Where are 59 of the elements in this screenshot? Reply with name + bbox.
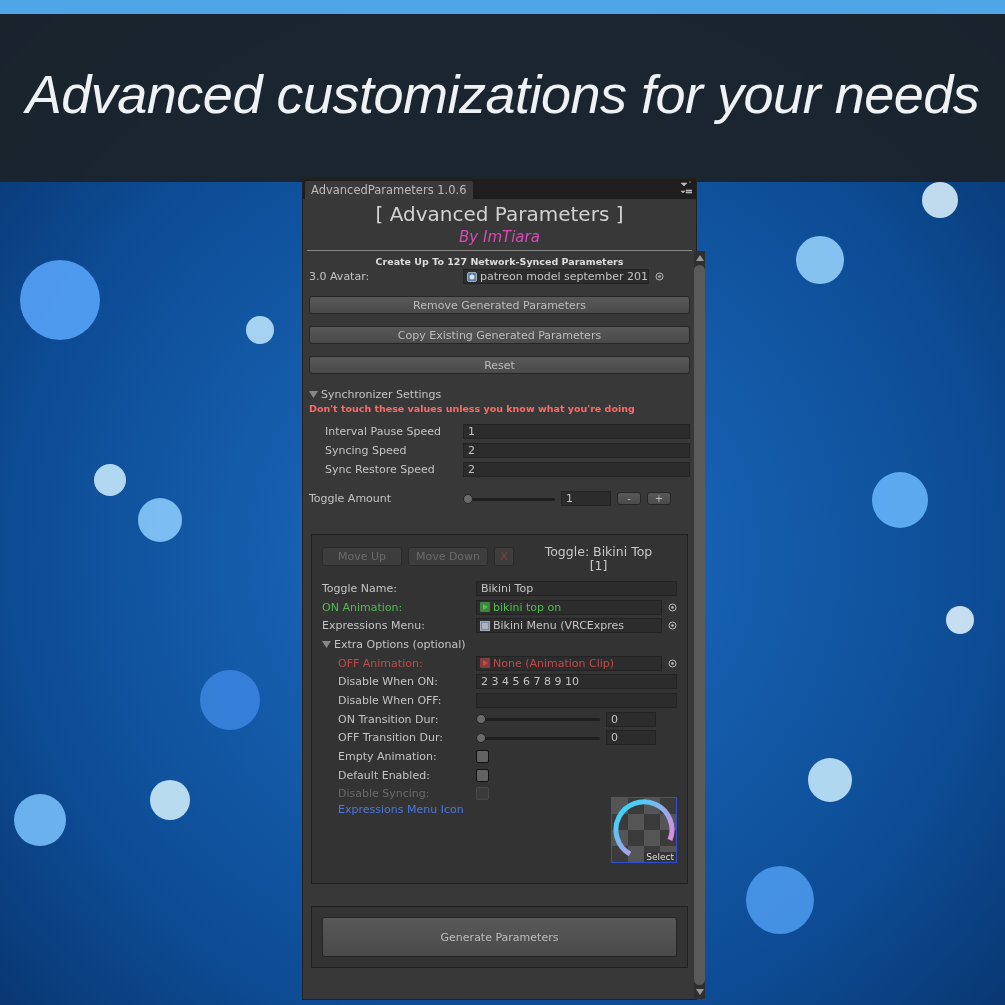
object-field[interactable]: bikini top on: [476, 599, 662, 615]
subtitle: Create Up To 127 Network-Synced Parameters: [374, 256, 625, 267]
author: By ImTiara: [458, 228, 541, 246]
avatar-icon: [467, 271, 477, 282]
field-label: ON Animation:: [322, 600, 404, 614]
field-label: ON Transition Dur:: [337, 712, 440, 726]
field-label: Interval Pause Speed: [324, 425, 442, 438]
slider-thumb[interactable]: [476, 732, 486, 743]
field-label: Disable When OFF:: [337, 693, 443, 707]
field-label: Toggle Amount: [309, 492, 393, 505]
checkbox[interactable]: [476, 768, 489, 782]
text-field[interactable]: Bikini Top: [476, 580, 677, 596]
avatar-field[interactable]: patreon model september 201: [463, 269, 649, 284]
action-button[interactable]: Reset: [309, 356, 690, 374]
number-field[interactable]: 1: [561, 491, 611, 506]
select-label[interactable]: Select: [644, 852, 676, 863]
play-icon: [480, 602, 490, 613]
field-label: Expressions Menu Icon: [337, 803, 465, 817]
icon-slot[interactable]: Select: [611, 797, 677, 864]
number-field[interactable]: 1: [463, 424, 690, 439]
window-tab[interactable]: AdvancedParameters 1.0.6: [305, 181, 473, 199]
foldout-header[interactable]: Extra Options (optional): [322, 635, 677, 654]
window-title: [ Advanced Parameters ]: [374, 202, 625, 226]
scrollbar[interactable]: [694, 251, 705, 999]
checkbox[interactable]: [476, 750, 489, 764]
number-field[interactable]: 2: [463, 443, 690, 458]
action-button[interactable]: Copy Existing Generated Parameters: [309, 326, 690, 344]
foldout-header[interactable]: Synchronizer Settings: [309, 387, 690, 401]
field-label: Empty Animation:: [337, 750, 438, 764]
headline: Advanced customizations for your needs: [25, 63, 980, 126]
number-field[interactable]: 2: [463, 462, 690, 477]
field-label: Sync Restore Speed: [324, 463, 436, 476]
scroll-up-icon[interactable]: [695, 255, 704, 261]
field-label: Toggle Name:: [322, 581, 399, 595]
toggle-heading: Toggle: Bikini Top [1]: [543, 545, 654, 573]
menu-icon[interactable]: [680, 181, 692, 197]
play-icon: [480, 658, 490, 669]
slider-thumb[interactable]: [463, 493, 473, 504]
generate-button[interactable]: Generate Parameters: [322, 917, 677, 957]
slider-thumb[interactable]: [476, 714, 486, 725]
step-button[interactable]: +: [647, 492, 671, 505]
text-field[interactable]: 2 3 4 5 6 7 8 9 10: [476, 674, 677, 690]
scroll-down-icon[interactable]: [695, 989, 704, 995]
field-label: Disable When ON:: [337, 675, 439, 689]
picker-icon[interactable]: [655, 272, 664, 281]
menu-asset-icon: [480, 620, 490, 631]
field-label: Default Enabled:: [337, 768, 431, 782]
picker-icon[interactable]: [668, 658, 677, 668]
number-field[interactable]: 0: [606, 730, 656, 746]
field-label: OFF Transition Dur:: [337, 731, 444, 745]
field-label: 3.0 Avatar:: [309, 270, 371, 283]
number-field[interactable]: 0: [606, 711, 656, 727]
field-label: Expressions Menu:: [322, 619, 426, 633]
warning-text: Don't touch these values unless you know what you're doing: [309, 403, 636, 414]
field-label: Syncing Speed: [324, 444, 408, 457]
object-field[interactable]: Bikini Menu (VRCExpres: [476, 618, 662, 634]
action-button[interactable]: Remove Generated Parameters: [309, 296, 690, 314]
step-button[interactable]: -: [617, 492, 641, 505]
field-label: OFF Animation:: [337, 656, 424, 670]
